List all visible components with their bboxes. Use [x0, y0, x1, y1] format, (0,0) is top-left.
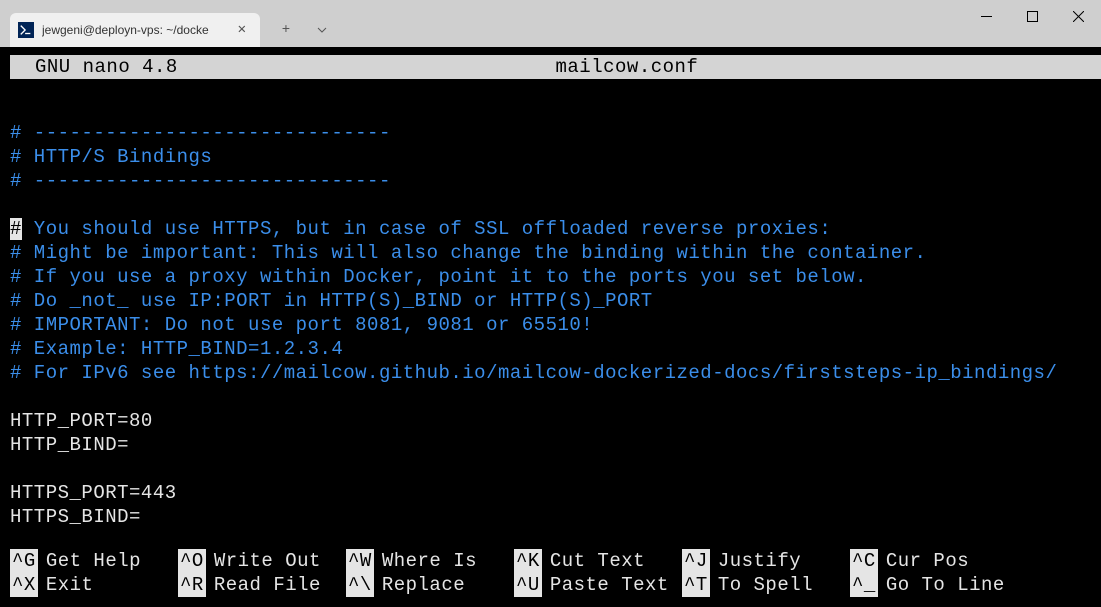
editor-line: # Might be important: This will also cha…	[10, 241, 1101, 265]
editor-line: HTTPS_BIND=	[10, 505, 1101, 529]
shortcut-key: ^_	[850, 573, 878, 597]
shortcut-item: ^U Paste Text	[514, 573, 682, 597]
shortcut-item: ^T To Spell	[682, 573, 850, 597]
nano-shortcuts: ^G Get Help ^O Write Out ^W Where Is ^K Cut Tex…	[10, 549, 1091, 597]
shortcut-item: ^X Exit	[10, 573, 178, 597]
nano-header: GNU nano 4.8 mailcow.conf	[10, 55, 1101, 79]
powershell-icon	[18, 22, 34, 38]
shortcut-key: ^T	[682, 573, 710, 597]
editor-line	[10, 97, 1101, 121]
shortcut-item: ^W Where Is	[346, 549, 514, 573]
shortcut-label: Justify	[718, 549, 801, 573]
shortcut-key: ^W	[346, 549, 374, 573]
minimize-button[interactable]	[963, 0, 1009, 32]
shortcut-label: Read File	[214, 573, 321, 597]
editor-line: # HTTP/S Bindings	[10, 145, 1101, 169]
editor-line: # IMPORTANT: Do not use port 8081, 9081 …	[10, 313, 1101, 337]
shortcuts-row-1: ^G Get Help ^O Write Out ^W Where Is ^K Cut Tex…	[10, 549, 1091, 573]
shortcut-item: ^O Write Out	[178, 549, 346, 573]
editor-line: # For IPv6 see https://mailcow.github.io…	[10, 361, 1101, 385]
shortcut-label: Paste Text	[550, 573, 669, 597]
editor-line	[10, 385, 1101, 409]
active-tab[interactable]: jewgeni@deployn-vps: ~/docke ✕	[10, 13, 260, 47]
shortcut-key: ^\	[346, 573, 374, 597]
editor-content[interactable]: # ------------------------------# HTTP/S…	[10, 79, 1101, 529]
editor-line	[10, 457, 1101, 481]
nano-app-name: GNU nano 4.8	[35, 55, 178, 79]
shortcut-label: Get Help	[46, 549, 141, 573]
editor-line: HTTP_PORT=80	[10, 409, 1101, 433]
shortcut-label: Write Out	[214, 549, 321, 573]
editor-line: HTTPS_PORT=443	[10, 481, 1101, 505]
editor-line: # You should use HTTPS, but in case of S…	[10, 217, 1101, 241]
close-button[interactable]	[1055, 0, 1101, 32]
shortcut-label: To Spell	[718, 573, 813, 597]
shortcuts-row-2: ^X Exit ^R Read File ^\ Replace ^U Paste Text ^T…	[10, 573, 1091, 597]
editor-line: # If you use a proxy within Docker, poin…	[10, 265, 1101, 289]
shortcut-key: ^K	[514, 549, 542, 573]
shortcut-key: ^O	[178, 549, 206, 573]
shortcut-label: Exit	[46, 573, 94, 597]
tab-close-button[interactable]: ✕	[232, 19, 252, 40]
shortcut-key: ^R	[178, 573, 206, 597]
shortcut-label: Go To Line	[886, 573, 1005, 597]
window-titlebar: jewgeni@deployn-vps: ~/docke ✕ +	[0, 0, 1101, 47]
shortcut-item: ^\ Replace	[346, 573, 514, 597]
shortcut-item: ^R Read File	[178, 573, 346, 597]
shortcut-item: ^J Justify	[682, 549, 850, 573]
shortcut-key: ^G	[10, 549, 38, 573]
shortcut-label: Where Is	[382, 549, 477, 573]
shortcut-key: ^J	[682, 549, 710, 573]
shortcut-key: ^X	[10, 573, 38, 597]
shortcut-key: ^U	[514, 573, 542, 597]
editor-line: # Do _not_ use IP:PORT in HTTP(S)_BIND o…	[10, 289, 1101, 313]
tab-title: jewgeni@deployn-vps: ~/docke	[42, 23, 209, 37]
text-cursor: #	[10, 218, 22, 240]
maximize-button[interactable]	[1009, 0, 1055, 32]
tab-dropdown-button[interactable]	[304, 14, 340, 46]
shortcut-item: ^G Get Help	[10, 549, 178, 573]
terminal-area[interactable]: GNU nano 4.8 mailcow.conf # ------------…	[0, 47, 1101, 529]
window-controls	[963, 0, 1101, 32]
shortcut-item: ^_ Go To Line	[850, 573, 1018, 597]
editor-line: # Example: HTTP_BIND=1.2.3.4	[10, 337, 1101, 361]
editor-line: # ------------------------------	[10, 121, 1101, 145]
shortcut-label: Replace	[382, 573, 465, 597]
shortcut-item: ^K Cut Text	[514, 549, 682, 573]
editor-line	[10, 193, 1101, 217]
new-tab-button[interactable]: +	[268, 14, 304, 46]
shortcut-key: ^C	[850, 549, 878, 573]
shortcut-label: Cur Pos	[886, 549, 969, 573]
shortcut-label: Cut Text	[550, 549, 645, 573]
shortcut-item: ^C Cur Pos	[850, 549, 1018, 573]
editor-line: HTTP_BIND=	[10, 433, 1101, 457]
nano-filename: mailcow.conf	[556, 55, 699, 79]
tab-actions: +	[268, 14, 340, 46]
editor-line: # ------------------------------	[10, 169, 1101, 193]
